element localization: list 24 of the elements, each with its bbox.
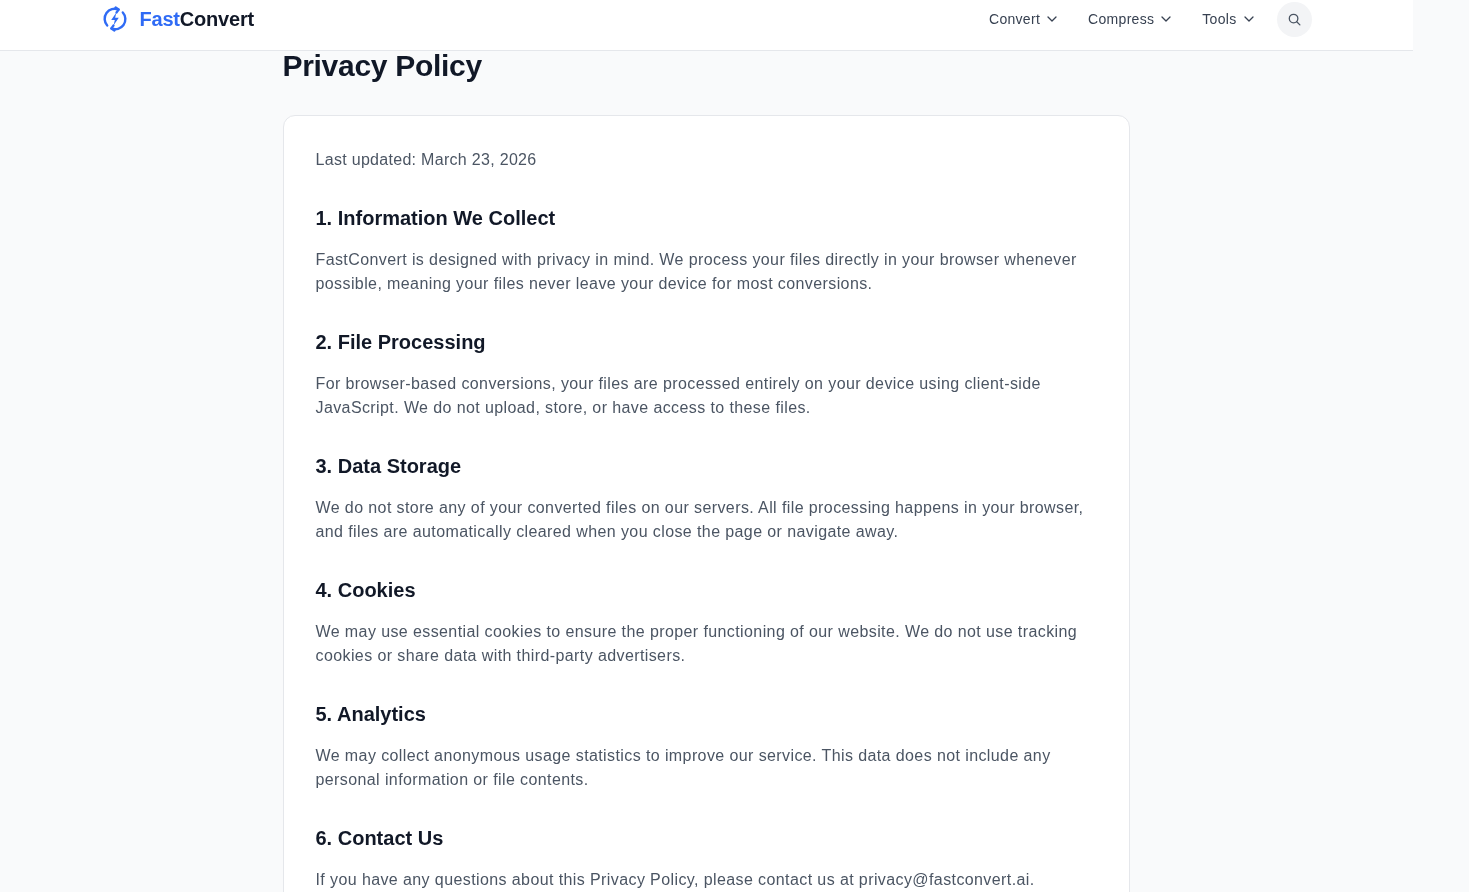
chevron-down-icon xyxy=(1243,16,1254,22)
section-paragraph: FastConvert is designed with privacy in mind. We process your files directly in your browser whenever possible, meaning your files never leave your device for most conversions. xyxy=(315,250,1078,294)
section-paragraph: We may collect anonymous usage statistics to improve our service. This data does not include any personal information or file contents. xyxy=(315,746,1052,790)
section-paragraph: We may use essential cookies to ensure the proper functioning of our website. We do not use tracking cookies or share data with third-party advertisers. xyxy=(315,622,1079,666)
section-paragraph: If you have any questions about this Privacy Policy, please contact us at privacy@fastconvert.ai. xyxy=(315,870,1036,890)
section-paragraph: We do not store any of your converted files on our servers. All file processing happens in your browser, and files are automatically cleared when you close the page or navigate away. xyxy=(315,498,1085,542)
chevron-down-icon xyxy=(1161,16,1172,22)
search-icon xyxy=(1287,12,1301,26)
section-heading: 3. Data Storage xyxy=(315,454,463,479)
last-updated-text: Last updated: March 23, 2026 xyxy=(315,150,538,170)
section-heading: 5. Analytics xyxy=(315,702,427,727)
section-heading: 1. Information We Collect xyxy=(315,206,557,231)
section-heading: 4. Cookies xyxy=(315,578,417,603)
search-button[interactable] xyxy=(1276,1,1312,37)
section-paragraph: For browser-based conversions, your files are processed entirely on your device using client-side JavaScript. We do not upload, store, or have access to these files. xyxy=(315,374,1042,418)
chevron-down-icon xyxy=(1047,16,1058,22)
nav-menu-button[interactable]: Tools xyxy=(1202,11,1254,27)
nav-menu-button[interactable]: Compress xyxy=(1088,11,1172,27)
section-heading: 6. Contact Us xyxy=(315,826,445,851)
lightning-sync-icon xyxy=(101,6,128,32)
section-heading: 2. File Processing xyxy=(315,330,487,355)
nav-menu-button[interactable]: Convert xyxy=(989,11,1058,27)
page-title: Privacy Policy xyxy=(282,51,483,81)
brand-logo-link[interactable]: FastConvert xyxy=(101,6,254,32)
